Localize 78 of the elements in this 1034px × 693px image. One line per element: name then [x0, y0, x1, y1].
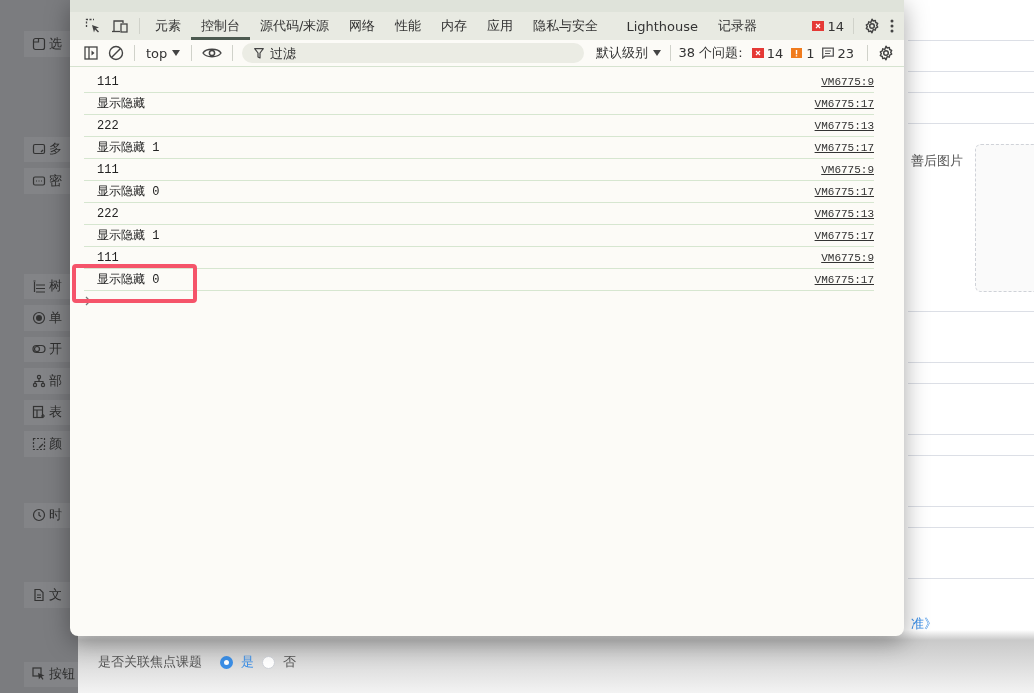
sidebar-item[interactable]: 文 [24, 582, 70, 608]
source-link[interactable]: VM6775:9 [821, 251, 874, 264]
dashed-square-icon [32, 436, 46, 451]
issues-counter[interactable]: 38 个问题: 14 1 23 [675, 44, 862, 62]
link[interactable]: 准》 [911, 615, 1034, 633]
source-link[interactable]: VM6775:13 [814, 207, 874, 220]
tab[interactable]: 记录器 [708, 12, 768, 40]
filter-field[interactable]: 过滤 [242, 43, 584, 63]
message-icon [822, 47, 835, 59]
source-link[interactable]: VM6775:17 [814, 141, 874, 154]
file-icon [32, 587, 46, 602]
source-link[interactable]: VM6775:9 [821, 163, 874, 176]
warning-icon [791, 47, 804, 59]
console-message: 显示隐藏 0 [97, 184, 160, 200]
error-count[interactable]: 14 [808, 12, 848, 40]
tab[interactable]: 性能 [385, 12, 432, 40]
sidebar-item[interactable]: 单 [24, 305, 70, 331]
cursor-icon [32, 667, 46, 682]
device-icon [111, 18, 129, 34]
caret-icon [172, 50, 181, 56]
sidebar-item[interactable]: 开 [24, 336, 70, 362]
radio-icon [32, 310, 46, 325]
table-icon [32, 405, 46, 420]
console-message: 显示隐藏 0 [97, 272, 160, 288]
filter-icon [254, 48, 265, 59]
console-message: 显示隐藏 [97, 96, 145, 112]
error-icon [812, 20, 825, 32]
level-dropdown[interactable]: 默认级别 [591, 44, 665, 62]
source-link[interactable]: VM6775:17 [814, 97, 874, 110]
tab[interactable]: 应用 [477, 12, 524, 40]
source-link[interactable]: VM6775:13 [814, 119, 874, 132]
inspect-icon [85, 18, 101, 34]
eye-icon [202, 47, 223, 59]
context-dropdown[interactable]: top [140, 45, 187, 61]
clear-icon [108, 45, 124, 61]
console-message: 222 [97, 118, 119, 133]
clock-icon [32, 508, 46, 523]
sidebar-item[interactable]: 部 [24, 368, 70, 394]
tab[interactable]: 网络 [339, 12, 386, 40]
sidebar-icon [84, 46, 98, 60]
sidebar-item[interactable]: 多 [24, 136, 70, 162]
sidebar-item[interactable]: 选 [24, 31, 70, 57]
tab[interactable]: 内存 [431, 12, 478, 40]
source-link[interactable]: VM6775:17 [814, 229, 874, 242]
source-link[interactable]: VM6775:17 [814, 273, 874, 286]
caret-icon [652, 50, 661, 56]
tree-icon [32, 279, 46, 294]
error-icon [751, 47, 764, 59]
source-link[interactable]: VM6775:17 [814, 185, 874, 198]
sidebar-item[interactable]: 颜 [24, 431, 70, 457]
console-message: 222 [97, 206, 119, 221]
password-icon [32, 173, 46, 188]
console-message: 111 [97, 162, 119, 177]
more-icon [890, 19, 894, 33]
image-upload-box[interactable] [975, 144, 1034, 292]
field-label: 善后图片 [911, 152, 963, 170]
settings-icon [864, 18, 880, 34]
radio-label[interactable]: 否 [283, 653, 296, 671]
tab[interactable]: 源代码/来源 [250, 12, 340, 40]
console-message: 111 [97, 74, 119, 89]
sidebar-item[interactable]: 按钮 [24, 661, 80, 687]
textarea-icon [32, 142, 46, 157]
sidebar-item[interactable]: 时 [24, 502, 70, 528]
console-message: 111 [97, 250, 119, 265]
source-link[interactable]: VM6775:9 [821, 75, 874, 88]
sidebar-item[interactable]: 树 [24, 273, 70, 299]
tab[interactable]: Lighthouse [616, 12, 709, 40]
hierarchy-icon [32, 373, 46, 388]
radio-button[interactable] [220, 655, 233, 669]
settings-icon [878, 45, 894, 61]
tab[interactable]: 元素 [145, 12, 191, 40]
tab-icon [32, 36, 46, 51]
tab[interactable]: 隐私与安全 [523, 12, 609, 40]
field-label: 是否关联焦点课题 [98, 653, 202, 671]
sidebar-item[interactable]: 密 [24, 168, 70, 194]
console-message: 显示隐藏 1 [97, 228, 160, 244]
console-message: 显示隐藏 1 [97, 140, 160, 156]
sidebar-item[interactable]: 表 [24, 399, 70, 425]
